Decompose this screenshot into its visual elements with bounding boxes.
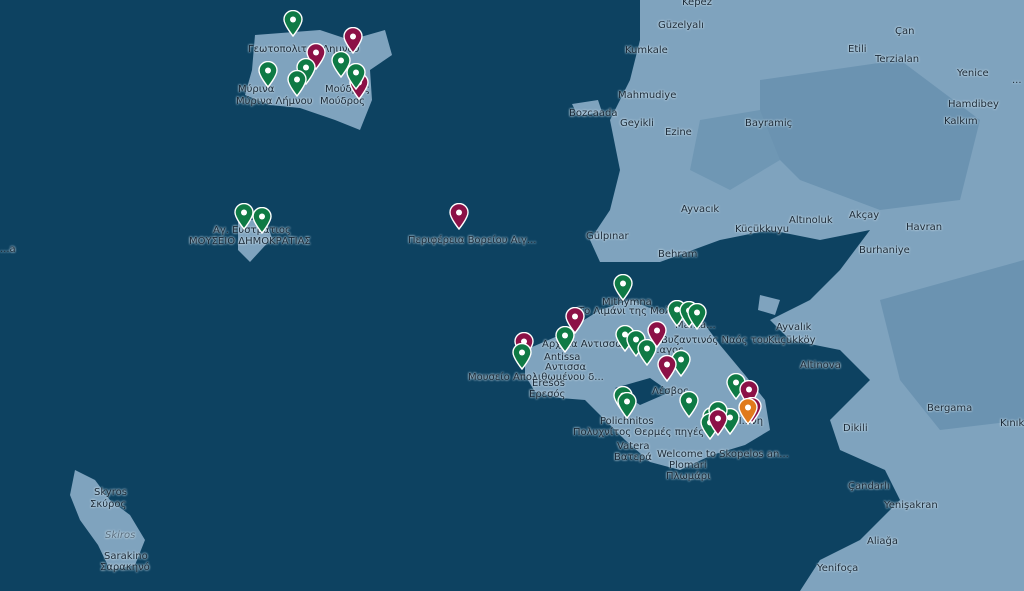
label-museum-demo: ΜΟΥΣΕΙΟ ΔΗΜΟΚΡΑΤΙΑΣ	[189, 236, 311, 247]
label-ezine: Ezine	[665, 127, 692, 138]
green-map-pin-icon[interactable]	[512, 343, 532, 370]
label-geyikli: Geyikli	[620, 118, 654, 129]
label-myrina2: Μύρινα Λήμνου	[236, 96, 313, 107]
label-aliaga: Aliağa	[867, 536, 899, 547]
label-mahmudiye: Mahmudiye	[618, 90, 677, 101]
label-havran: Havran	[906, 222, 943, 233]
label-plomari2: Πλωμάρι	[666, 471, 711, 482]
green-map-pin-icon[interactable]	[679, 391, 699, 418]
basemap	[0, 0, 1024, 591]
green-map-pin-icon[interactable]	[613, 274, 633, 301]
purple-map-pin-icon[interactable]	[449, 203, 469, 230]
label-burhaniye: Burhaniye	[859, 245, 910, 256]
label-akcay: Akçay	[849, 210, 880, 221]
label-altinoluk: Altınoluk	[789, 215, 833, 226]
label-vatera: Vatera	[617, 441, 650, 452]
label-sarakino: Sarakino	[104, 551, 148, 562]
label-ayvalik: Ayvalık	[776, 322, 812, 333]
label-vatera2: Βατερά	[614, 452, 652, 463]
label-perifereia: Περιφέρεια Βορείου Αιγ...	[408, 235, 537, 246]
label-antissa1: Αρχαία Αντισσα	[542, 339, 622, 350]
green-map-pin-icon[interactable]	[258, 61, 278, 88]
green-map-pin-icon[interactable]	[252, 207, 272, 234]
label-welcome: Welcome to Skopelos an...	[657, 449, 789, 460]
label-yenifoca: Yenifoça	[817, 563, 859, 574]
label-sarakino2: Σαρακηνό	[100, 562, 150, 573]
label-behram: Behram	[658, 249, 698, 260]
label-kinik: Kınık	[1000, 418, 1024, 429]
label-ayvacik: Ayvacık	[681, 204, 720, 215]
label-yenice: Yenice	[957, 68, 989, 79]
label-kucukkuyu: Küçükkuyu	[735, 224, 790, 235]
purple-map-pin-icon[interactable]	[647, 321, 667, 348]
label-kepez: Kepez	[682, 0, 712, 8]
green-map-pin-icon[interactable]	[617, 392, 637, 419]
label-edge2: ...	[1012, 75, 1022, 86]
label-yenisakran: Yenişakran	[884, 500, 938, 511]
label-bayramic: Bayramiç	[745, 118, 793, 129]
purple-map-pin-icon[interactable]	[657, 355, 677, 382]
label-altinova: Altinova	[800, 360, 841, 371]
label-skyros: Skyros	[94, 487, 127, 498]
label-hamdibey: Hamdibey	[948, 99, 999, 110]
green-map-pin-icon[interactable]	[287, 70, 307, 97]
label-terzialan: Terzialan	[875, 54, 920, 65]
label-gulpinar: Gülpınar	[586, 231, 629, 242]
purple-map-pin-icon[interactable]	[343, 27, 363, 54]
label-plomari: Plomari	[669, 460, 707, 471]
label-can: Çan	[895, 26, 915, 37]
label-polichnitos2: Πολυχνίτος Θερμές πηγές	[573, 427, 705, 438]
orange-map-pin-icon[interactable]	[738, 398, 758, 425]
label-kumkale: Kumkale	[625, 45, 668, 56]
label-kalkim: Kalkım	[944, 116, 978, 127]
green-map-pin-icon[interactable]	[555, 326, 575, 353]
green-map-pin-icon[interactable]	[346, 63, 366, 90]
label-skiros: Skiros	[105, 530, 136, 541]
green-map-pin-icon[interactable]	[283, 10, 303, 37]
label-edge1: ...a	[0, 244, 16, 255]
green-map-pin-icon[interactable]	[234, 203, 254, 230]
label-etili: Etili	[848, 44, 867, 55]
label-guzelyali: Güzelyalı	[658, 20, 704, 31]
label-eresos: Eresos	[532, 378, 565, 389]
label-eresos2: Ερεσός	[529, 389, 566, 400]
label-bergama: Bergama	[927, 403, 973, 414]
label-candarli: Çandarlı	[848, 481, 890, 492]
label-skyros2: Σκύρος	[90, 499, 127, 510]
purple-map-pin-icon[interactable]	[708, 409, 728, 436]
label-bozcaada: Bozcaada	[569, 108, 618, 119]
label-dikili: Dikili	[843, 423, 868, 434]
green-map-pin-icon[interactable]	[687, 303, 707, 330]
map-canvas[interactable]: Kepez Güzelyalı Kumkale Etili Çan Terzia…	[0, 0, 1024, 591]
